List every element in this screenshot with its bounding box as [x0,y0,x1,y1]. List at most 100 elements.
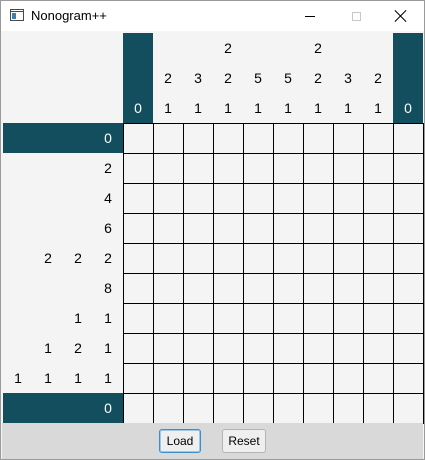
grid-cell[interactable] [333,273,364,304]
grid-cell[interactable] [123,243,154,274]
grid-cell[interactable] [123,333,154,364]
grid-cell[interactable] [213,213,244,244]
grid-cell[interactable] [303,243,334,274]
grid-cell[interactable] [333,333,364,364]
grid-cell[interactable] [273,123,304,154]
grid-cell[interactable] [393,303,424,334]
grid-cell[interactable] [243,273,274,304]
grid-cell[interactable] [393,153,424,184]
grid-cell[interactable] [273,333,304,364]
grid-cell[interactable] [363,213,394,244]
grid-cell[interactable] [213,123,244,154]
grid-cell[interactable] [273,273,304,304]
grid-cell[interactable] [303,213,334,244]
grid-cell[interactable] [303,273,334,304]
minimize-button[interactable] [287,1,333,31]
grid-cell[interactable] [183,153,214,184]
maximize-button[interactable] [333,1,379,31]
grid-cell[interactable] [363,303,394,334]
grid-cell[interactable] [303,153,334,184]
grid-cell[interactable] [153,153,184,184]
grid-cell[interactable] [183,303,214,334]
grid-cell[interactable] [333,363,364,394]
grid-cell[interactable] [243,333,274,364]
grid-cell[interactable] [153,333,184,364]
grid-cell[interactable] [183,243,214,274]
grid-cell[interactable] [393,363,424,394]
grid-cell[interactable] [153,303,184,334]
grid-cell[interactable] [183,183,214,214]
grid-cell[interactable] [183,393,214,424]
grid-cell[interactable] [213,273,244,304]
grid-cell[interactable] [333,303,364,334]
grid-cell[interactable] [333,123,364,154]
grid-cell[interactable] [273,183,304,214]
grid-cell[interactable] [393,273,424,304]
grid-cell[interactable] [363,183,394,214]
grid-cell[interactable] [333,183,364,214]
grid-cell[interactable] [243,303,274,334]
grid-cell[interactable] [303,183,334,214]
grid-cell[interactable] [123,393,154,424]
grid-cell[interactable] [363,363,394,394]
grid-cell[interactable] [363,273,394,304]
grid-cell[interactable] [123,303,154,334]
grid-cell[interactable] [273,303,304,334]
grid-cell[interactable] [273,213,304,244]
grid-cell[interactable] [273,363,304,394]
grid-cell[interactable] [183,363,214,394]
grid-cell[interactable] [243,183,274,214]
grid-cell[interactable] [183,123,214,154]
grid-cell[interactable] [273,153,304,184]
reset-button[interactable]: Reset [222,429,266,453]
grid-cell[interactable] [243,393,274,424]
grid-cell[interactable] [123,123,154,154]
grid-cell[interactable] [333,393,364,424]
grid-cell[interactable] [123,183,154,214]
grid-cell[interactable] [393,393,424,424]
grid-cell[interactable] [303,123,334,154]
grid-cell[interactable] [243,123,274,154]
grid-cell[interactable] [123,273,154,304]
grid-cell[interactable] [273,393,304,424]
grid-cell[interactable] [123,363,154,394]
close-button[interactable] [378,1,424,31]
grid-cell[interactable] [333,153,364,184]
grid-cell[interactable] [303,363,334,394]
grid-cell[interactable] [243,363,274,394]
grid-cell[interactable] [303,303,334,334]
grid-cell[interactable] [393,213,424,244]
grid-cell[interactable] [393,243,424,274]
grid-cell[interactable] [153,393,184,424]
grid-cell[interactable] [213,153,244,184]
grid-cell[interactable] [123,213,154,244]
grid-cell[interactable] [363,153,394,184]
grid-cell[interactable] [153,123,184,154]
grid-cell[interactable] [363,123,394,154]
grid-cell[interactable] [183,333,214,364]
grid-cell[interactable] [303,333,334,364]
load-button[interactable]: Load [159,429,201,453]
grid-cell[interactable] [243,243,274,274]
grid-cell[interactable] [153,273,184,304]
grid-cell[interactable] [393,333,424,364]
grid-cell[interactable] [393,123,424,154]
grid-cell[interactable] [303,393,334,424]
grid-cell[interactable] [213,243,244,274]
grid-cell[interactable] [213,303,244,334]
grid-cell[interactable] [153,183,184,214]
title-bar[interactable]: Nonogram++ [1,1,424,31]
grid-cell[interactable] [333,243,364,274]
grid-cell[interactable] [153,243,184,274]
grid-cell[interactable] [363,243,394,274]
grid-cell[interactable] [273,243,304,274]
grid-cell[interactable] [393,183,424,214]
grid-cell[interactable] [213,393,244,424]
grid-cell[interactable] [243,213,274,244]
grid-cell[interactable] [333,213,364,244]
grid-cell[interactable] [213,183,244,214]
grid-cell[interactable] [153,213,184,244]
grid-cell[interactable] [153,363,184,394]
grid-cell[interactable] [213,363,244,394]
grid-cell[interactable] [183,213,214,244]
